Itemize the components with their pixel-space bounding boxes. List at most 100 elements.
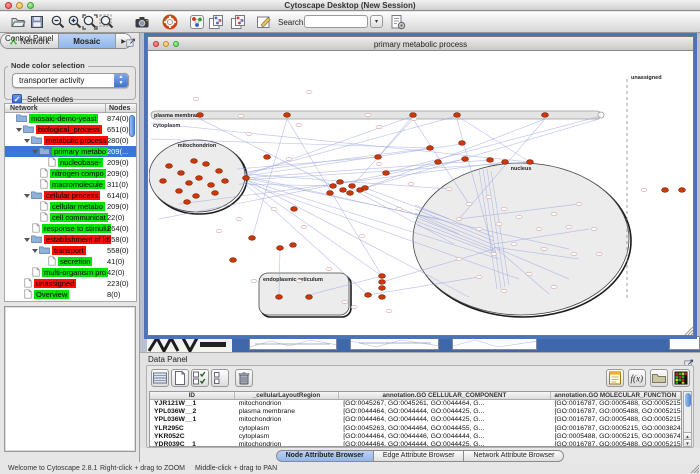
table-cell[interactable]: YJR121W__1 (150, 400, 235, 408)
gene-node[interactable] (511, 242, 517, 245)
network-node[interactable] (216, 169, 223, 174)
expand-arrow-icon[interactable] (24, 238, 30, 242)
network-node[interactable] (166, 164, 173, 169)
network-node[interactable] (184, 200, 191, 205)
gene-node[interactable] (571, 252, 577, 255)
network-node[interactable] (379, 274, 386, 279)
table-cell[interactable]: cytoplasm (235, 425, 340, 433)
gene-node[interactable] (236, 217, 242, 220)
gene-node[interactable] (516, 215, 522, 218)
vizmapper-icon[interactable] (189, 14, 205, 30)
network-node[interactable] (277, 246, 284, 251)
expand-arrow-icon[interactable] (24, 194, 30, 198)
notepad-icon[interactable] (606, 369, 624, 387)
birdseye-view[interactable] (4, 306, 136, 452)
network-node[interactable] (459, 141, 466, 146)
gene-node[interactable] (446, 187, 452, 190)
network-view-1-icon[interactable] (208, 14, 224, 30)
gene-node[interactable] (376, 162, 382, 165)
search-input[interactable] (304, 15, 368, 28)
network-node[interactable] (291, 207, 298, 212)
network-node[interactable] (276, 295, 283, 300)
tree-row[interactable]: nucleobase-209(0) (5, 157, 136, 168)
tree-row[interactable]: biological_process651(0) (5, 124, 136, 135)
tree-row[interactable]: cellular metabo209(0) (5, 201, 136, 212)
network-window-titlebar[interactable]: primary metabolic process (148, 37, 693, 51)
network-node[interactable] (230, 258, 237, 263)
background-window-art[interactable] (147, 336, 232, 352)
network-node[interactable] (542, 113, 549, 118)
tree-row[interactable]: nitrogen compo209(0) (5, 168, 136, 179)
gene-node[interactable] (386, 309, 392, 312)
gene-node[interactable] (193, 97, 199, 100)
gene-node[interactable] (491, 252, 497, 255)
tree-row[interactable]: multi-organism pro42(0) (5, 267, 136, 278)
tree-row[interactable]: transport558(0) (5, 245, 136, 256)
table-cell[interactable]: [GO:0045263, GO:0044464, GO:0044455, G..… (339, 425, 550, 433)
gene-node[interactable] (466, 202, 472, 205)
gene-node[interactable] (501, 207, 507, 210)
gene-node[interactable] (551, 212, 557, 215)
network-node[interactable] (186, 181, 193, 186)
network-node[interactable] (365, 293, 372, 298)
network-node[interactable] (410, 113, 417, 118)
network-node[interactable] (306, 295, 313, 300)
network-node[interactable] (679, 188, 686, 193)
network-node[interactable] (454, 113, 461, 118)
network-node[interactable] (178, 171, 185, 176)
tree-row[interactable]: establishment of lo558(0) (5, 234, 136, 245)
background-window[interactable] (669, 336, 700, 350)
network-tree-header[interactable]: Network Nodes (4, 103, 137, 113)
gene-node[interactable] (496, 222, 502, 225)
table-cell[interactable]: [GO:0044464, GO:0044444, GO:0044425, G..… (339, 441, 550, 447)
window-resize-grip[interactable] (683, 325, 693, 335)
float-panel-icon[interactable] (126, 34, 136, 52)
network-node[interactable] (327, 191, 334, 196)
network-node[interactable] (379, 280, 386, 285)
gene-node[interactable] (359, 234, 365, 237)
table-row[interactable]: YJR121W__1mitochondrion[GO:0045267, GO:0… (150, 400, 681, 408)
gene-node[interactable] (326, 267, 332, 270)
delete-attribute-icon[interactable] (235, 369, 253, 387)
gene-node[interactable] (306, 90, 312, 93)
zoom-in-icon[interactable] (67, 14, 83, 30)
network-node[interactable] (264, 155, 271, 160)
table-cell[interactable]: [GO:0016787, GO:0005488, GO:0005215, G..… (551, 400, 682, 408)
expand-arrow-icon[interactable] (16, 128, 22, 132)
gene-node[interactable] (408, 182, 414, 185)
function-builder-icon[interactable]: f(x) (628, 369, 646, 387)
table-cell[interactable]: YPL036W__2 (150, 408, 235, 416)
network-node[interactable] (330, 184, 337, 189)
tree-scrollbar-thumb[interactable] (129, 115, 135, 137)
table-scrollbar-thumb[interactable] (685, 393, 691, 407)
network-node[interactable] (527, 160, 534, 165)
table-cell[interactable]: [GO:0045267, GO:0045261, GO:0044464, G..… (339, 400, 550, 408)
attribute-table-header[interactable]: ID_cellularLayoutRegionannotation.GO CEL… (150, 392, 681, 400)
tree-row[interactable]: response to stimulu264(0) (5, 223, 136, 234)
color-attribute-dropdown[interactable]: transporter activity ▲▼ (12, 73, 129, 88)
network-node[interactable] (427, 146, 434, 151)
table-row[interactable]: YDR039C__1mitochondrion[GO:0044464, GO:0… (150, 441, 681, 447)
network-node[interactable] (212, 191, 219, 196)
gene-node[interactable] (216, 229, 222, 232)
network-view-window[interactable]: primary metabolic process plasma membran… (147, 36, 694, 336)
create-attribute-icon[interactable] (171, 369, 189, 387)
gene-node[interactable] (286, 157, 292, 160)
gene-node[interactable] (456, 217, 462, 220)
gene-node[interactable] (351, 305, 357, 308)
expand-arrow-icon[interactable] (32, 249, 38, 253)
background-window[interactable] (249, 336, 337, 350)
table-cell[interactable]: YPL036W__1 (150, 416, 235, 424)
table-cell[interactable]: [GO:0005488, GO:0005215, GO:0003674] (551, 433, 682, 441)
network-node[interactable] (462, 157, 469, 162)
gene-node[interactable] (536, 227, 542, 230)
help-ring-icon[interactable] (162, 14, 178, 30)
network-node[interactable] (349, 184, 356, 189)
table-cell[interactable]: [GO:0016787, GO:0005488, GO:0005215, G..… (551, 416, 682, 424)
table-cell[interactable]: [GO:0044464, GO:0044444, GO:0044425, G..… (339, 408, 550, 416)
tree-row[interactable]: metabolic process280(0) (5, 135, 136, 146)
select-attributes-icon[interactable] (151, 369, 169, 387)
gene-node[interactable] (526, 272, 532, 275)
tree-row[interactable]: macromolecule311(0) (5, 179, 136, 190)
gene-node[interactable] (251, 279, 257, 282)
